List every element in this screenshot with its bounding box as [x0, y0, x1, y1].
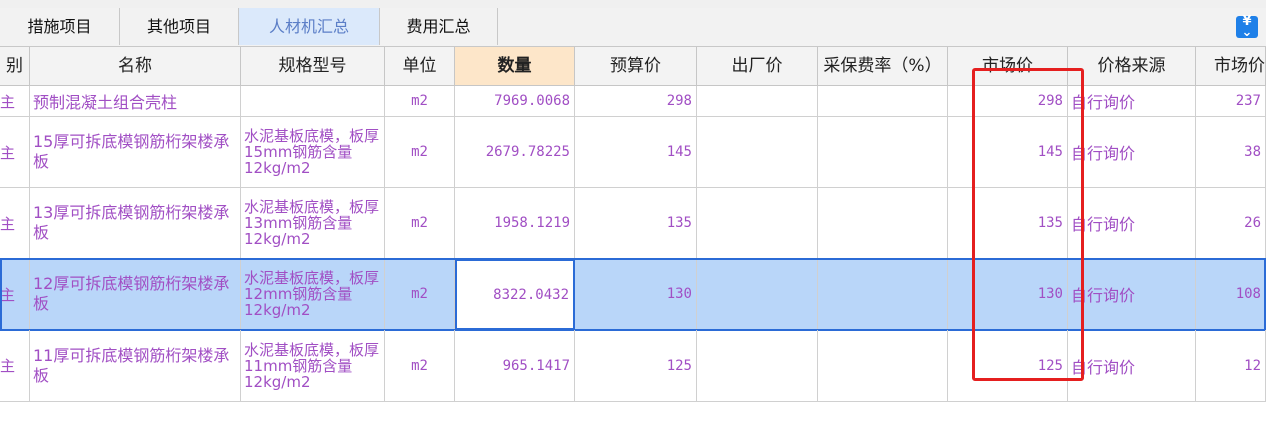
col-header-type[interactable]: 别 [0, 47, 30, 86]
cell-budget-price[interactable]: 145 [575, 117, 697, 188]
cell-factory-price[interactable] [697, 117, 818, 188]
cell-price-source[interactable]: 自行询价 [1068, 330, 1196, 402]
cell-price-source[interactable]: 自行询价 [1068, 117, 1196, 188]
cell-spec[interactable]: 水泥基板底模，板厚11mm钢筋含量12kg/m2 [241, 330, 385, 402]
col-header-quantity[interactable]: 数量 [455, 47, 575, 86]
cell-unit[interactable]: m2 [385, 188, 455, 259]
cell-market-price[interactable]: 145 [948, 117, 1068, 188]
cell-name-text: 15厚可拆底模钢筋桁架楼承板 [33, 132, 230, 171]
col-header-price-source[interactable]: 价格来源 [1068, 47, 1196, 86]
cell-factory-price[interactable] [697, 86, 818, 117]
table-row-selected[interactable]: 主 12厚可拆底模钢筋桁架楼承板 水泥基板底模，板厚12mm钢筋含量12kg/m… [0, 259, 1266, 330]
col-header-procurement-rate[interactable]: 采保费率（%） [818, 47, 948, 86]
cell-procurement-rate[interactable] [818, 86, 948, 117]
currency-yen-icon[interactable]: ¥ ⌄ [1236, 15, 1258, 39]
cell-price-source[interactable]: 自行询价 [1068, 86, 1196, 117]
cell-budget-price[interactable]: 135 [575, 188, 697, 259]
cell-price-source[interactable]: 自行询价 [1068, 259, 1196, 330]
cell-unit[interactable]: m2 [385, 330, 455, 402]
col-header-market-price-2[interactable]: 市场价 [1196, 47, 1266, 86]
cell-type: 主 [0, 259, 30, 330]
cell-unit[interactable]: m2 [385, 117, 455, 188]
cell-market-price[interactable]: 135 [948, 188, 1068, 259]
cell-procurement-rate[interactable] [818, 330, 948, 402]
cell-market-price[interactable]: 130 [948, 259, 1068, 330]
cell-quantity-focused[interactable]: 8322.0432 [455, 259, 575, 330]
cell-type: 主 [0, 330, 30, 402]
cell-name[interactable]: 预制混凝土组合壳柱 [30, 86, 241, 117]
cell-market-price-2[interactable]: 26 [1196, 188, 1266, 259]
cell-type: 主 [0, 188, 30, 259]
cell-market-price[interactable]: 125 [948, 330, 1068, 402]
cell-name-text: 12厚可拆底模钢筋桁架楼承板 [33, 274, 230, 313]
cell-name-text: 11厚可拆底模钢筋桁架楼承板 [33, 345, 230, 385]
col-header-factory-price[interactable]: 出厂价 [697, 47, 818, 86]
tab-bar: 措施项目 其他项目 人材机汇总 费用汇总 ¥ ⌄ [0, 8, 1266, 47]
cell-procurement-rate[interactable] [818, 117, 948, 188]
cell-type: 主 [0, 86, 30, 117]
cell-name[interactable]: 13厚可拆底模钢筋桁架楼承板 [30, 188, 241, 259]
table-row[interactable]: 主 预制混凝土组合壳柱 m2 7969.0068 298 298 自行询价 23… [0, 86, 1266, 117]
table-row[interactable]: 主 15厚可拆底模钢筋桁架楼承板 水泥基板底模，板厚15mm钢筋含量12kg/m… [0, 117, 1266, 188]
cell-procurement-rate[interactable] [818, 259, 948, 330]
cell-unit[interactable]: m2 [385, 259, 455, 330]
cell-market-price-2[interactable]: 12 [1196, 330, 1266, 402]
tab-labor-material-summary[interactable]: 人材机汇总 [239, 8, 380, 45]
cell-market-price-2[interactable]: 38 [1196, 117, 1266, 188]
cell-name[interactable]: 11厚可拆底模钢筋桁架楼承板 [30, 330, 241, 402]
cell-budget-price[interactable]: 130 [575, 259, 697, 330]
table-row[interactable]: 主 11厚可拆底模钢筋桁架楼承板 水泥基板底模，板厚11mm钢筋含量12kg/m… [0, 330, 1266, 402]
cell-name-text: 13厚可拆底模钢筋桁架楼承板 [33, 203, 230, 242]
cell-quantity[interactable]: 965.1417 [455, 330, 575, 402]
cell-name[interactable]: 15厚可拆底模钢筋桁架楼承板 [30, 117, 241, 188]
cell-price-source[interactable]: 自行询价 [1068, 188, 1196, 259]
cell-quantity[interactable]: 1958.1219 [455, 188, 575, 259]
col-header-name[interactable]: 名称 [30, 47, 241, 86]
col-header-unit[interactable]: 单位 [385, 47, 455, 86]
cell-spec[interactable] [241, 86, 385, 117]
cell-budget-price[interactable]: 298 [575, 86, 697, 117]
cell-unit[interactable]: m2 [385, 86, 455, 117]
cell-quantity[interactable]: 7969.0068 [455, 86, 575, 117]
tab-measures[interactable]: 措施项目 [0, 8, 120, 45]
tab-fee-summary[interactable]: 费用汇总 [380, 8, 498, 45]
cell-market-price-2[interactable]: 237 [1196, 86, 1266, 117]
col-header-market-price[interactable]: 市场价 [948, 47, 1068, 86]
cell-name[interactable]: 12厚可拆底模钢筋桁架楼承板 [30, 259, 241, 330]
cell-factory-price[interactable] [697, 330, 818, 402]
cell-market-price-2[interactable]: 108 [1196, 259, 1266, 330]
cell-factory-price[interactable] [697, 259, 818, 330]
cell-market-price[interactable]: 298 [948, 86, 1068, 117]
cell-type: 主 [0, 117, 30, 188]
cell-quantity[interactable]: 2679.78225 [455, 117, 575, 188]
tab-other-items[interactable]: 其他项目 [120, 8, 239, 45]
cell-budget-price[interactable]: 125 [575, 330, 697, 402]
table-row[interactable]: 主 13厚可拆底模钢筋桁架楼承板 水泥基板底模，板厚13mm钢筋含量12kg/m… [0, 188, 1266, 259]
cell-spec[interactable]: 水泥基板底模，板厚13mm钢筋含量12kg/m2 [241, 188, 385, 259]
cell-factory-price[interactable] [697, 188, 818, 259]
cell-procurement-rate[interactable] [818, 188, 948, 259]
summary-table: 别 名称 规格型号 单位 数量 预算价 出厂价 采保费率（%） 市场价 价格来源… [0, 47, 1266, 427]
col-header-budget-price[interactable]: 预算价 [575, 47, 697, 86]
cell-spec[interactable]: 水泥基板底模，板厚12mm钢筋含量12kg/m2 [241, 259, 385, 330]
col-header-spec[interactable]: 规格型号 [241, 47, 385, 86]
cell-spec[interactable]: 水泥基板底模，板厚15mm钢筋含量12kg/m2 [241, 117, 385, 188]
